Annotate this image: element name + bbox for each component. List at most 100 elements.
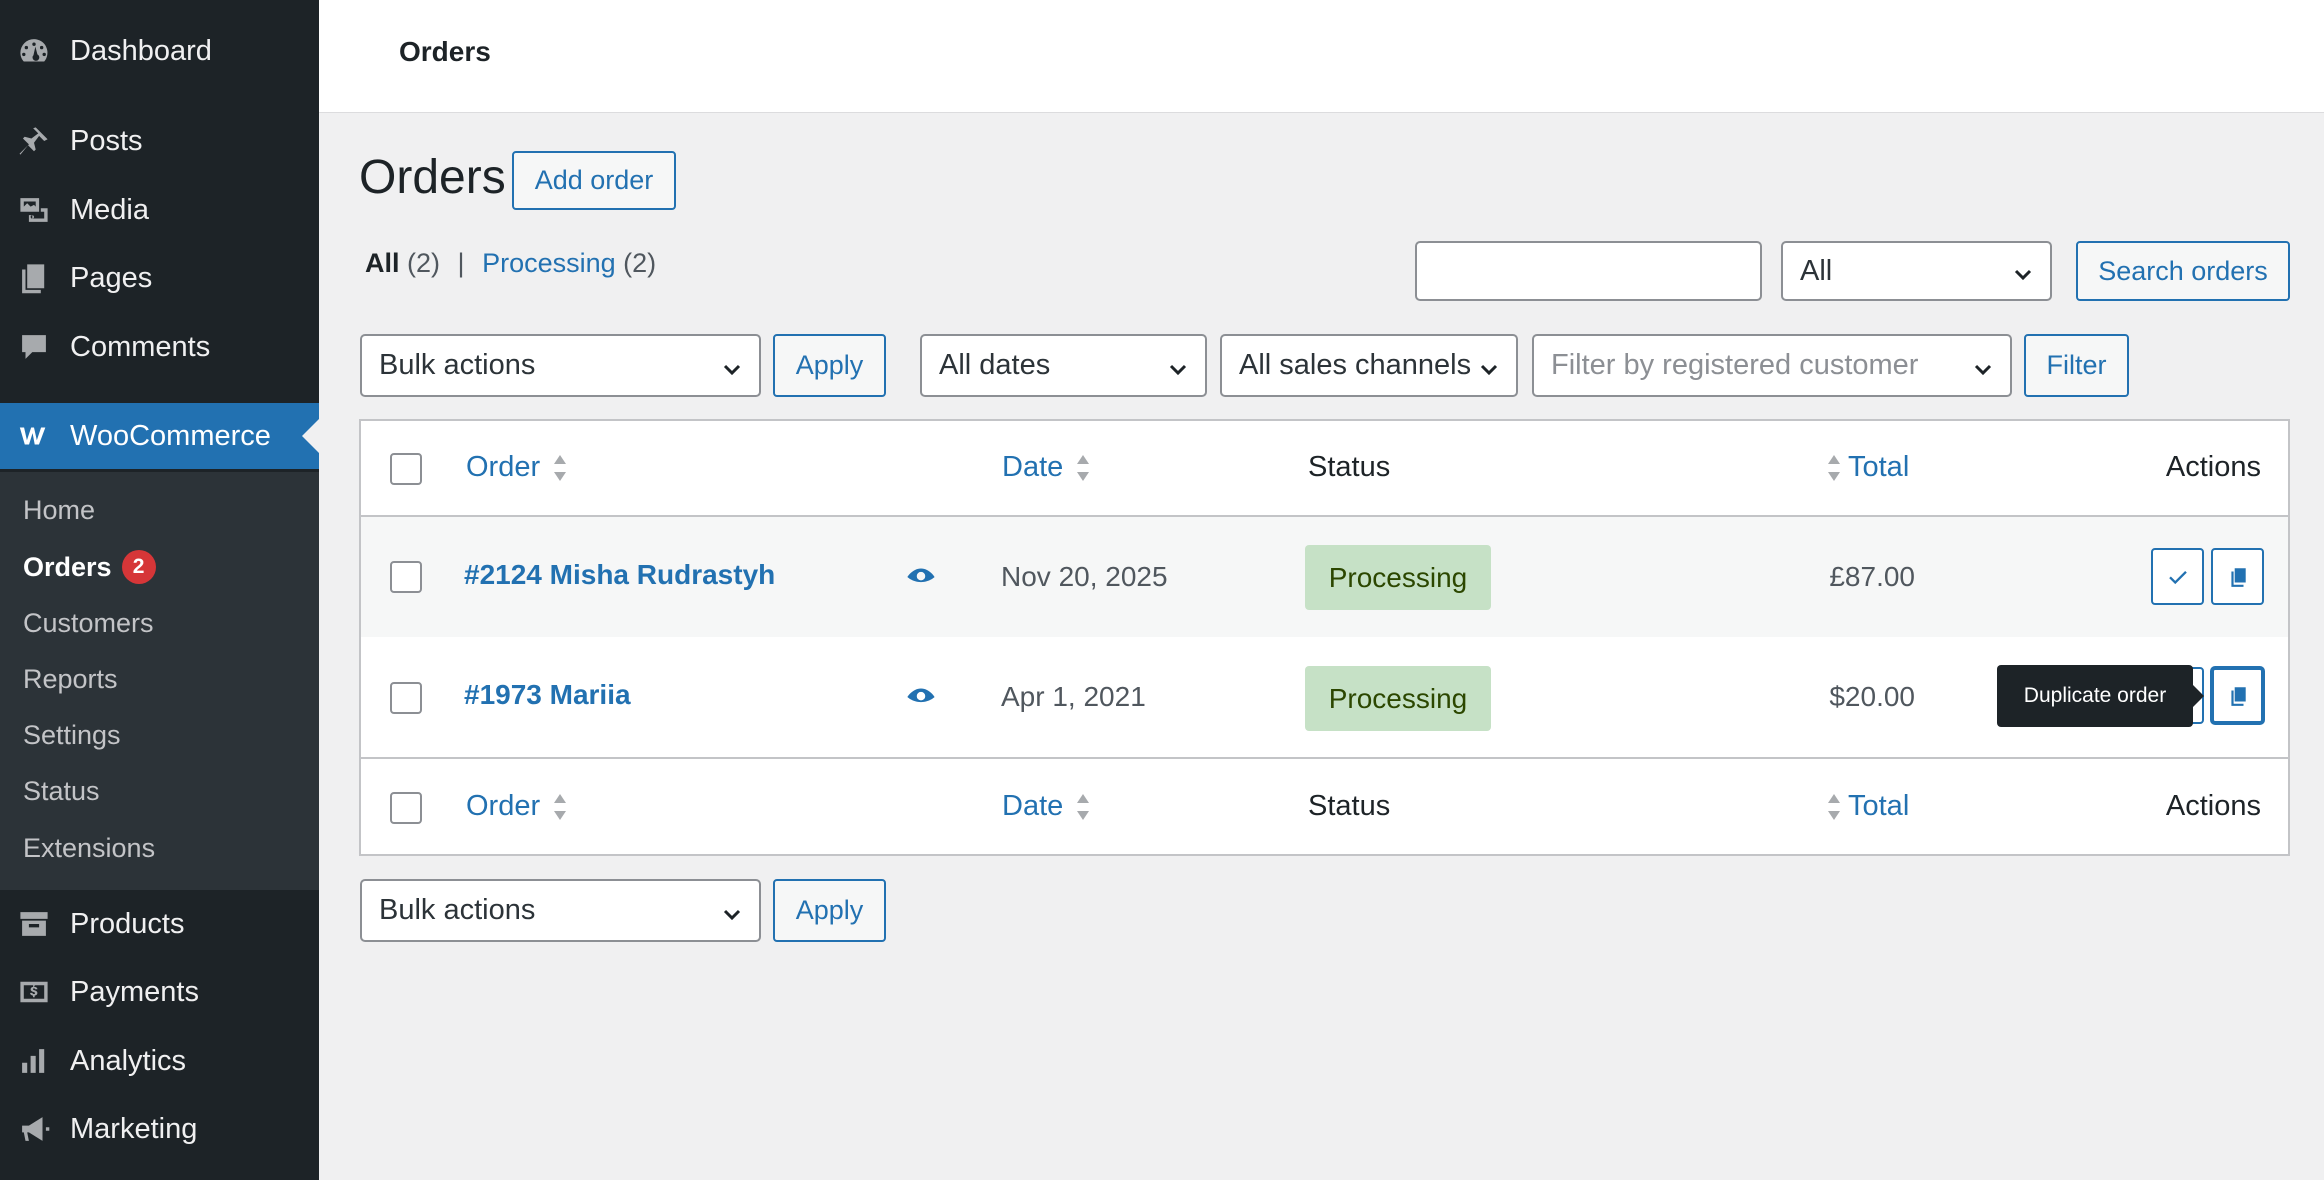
column-label: Order	[466, 451, 541, 483]
order-date: Nov 20, 2025	[1001, 561, 1168, 592]
dates-filter-select[interactable]: All dates	[920, 334, 1207, 397]
column-total-sort[interactable]: Total	[1826, 451, 1909, 484]
submenu-status[interactable]: Status	[23, 776, 100, 807]
column-order-sort[interactable]: Order	[466, 790, 568, 823]
search-orders-button[interactable]: Search orders	[2076, 241, 2290, 301]
admin-sidebar: Dashboard Posts Media Pages Comments Woo…	[0, 0, 319, 1180]
preview-eye-icon[interactable]	[904, 560, 938, 594]
submenu-home[interactable]: Home	[23, 495, 95, 526]
table-footer-row: Order Date Status Total Actions	[361, 757, 2288, 854]
orders-table: Order Date Status Total Actions #2124 Mi…	[359, 419, 2290, 856]
order-total: $20.00	[1829, 681, 1915, 712]
customer-filter-select[interactable]: Filter by registered customer	[1532, 334, 2012, 397]
order-link[interactable]: #1973 Mariia	[464, 679, 631, 711]
select-all-checkbox[interactable]	[390, 453, 422, 485]
dashboard-icon	[16, 33, 52, 69]
complete-order-button[interactable]	[2151, 548, 2204, 605]
order-status-views: All (2) | Processing (2)	[365, 248, 656, 279]
nav-label: Marketing	[70, 1112, 198, 1145]
woocommerce-submenu: Home Orders 2 Customers Reports Settings …	[0, 472, 319, 890]
row-checkbox[interactable]	[390, 561, 422, 593]
apply-button[interactable]: Apply	[773, 334, 886, 397]
sort-icon	[1826, 453, 1842, 483]
order-total: £87.00	[1829, 561, 1915, 592]
duplicate-order-button[interactable]	[2211, 667, 2264, 724]
nav-label: Analytics	[70, 1044, 187, 1077]
comment-icon	[16, 329, 52, 365]
sort-icon	[1826, 792, 1842, 822]
woocommerce-icon	[16, 418, 52, 454]
view-all-link[interactable]: All	[365, 248, 400, 278]
nav-comments[interactable]: Comments	[0, 314, 319, 380]
nav-label: Products	[70, 907, 185, 940]
search-orders-input[interactable]	[1415, 241, 1762, 301]
duplicate-icon	[2230, 567, 2246, 587]
column-actions: Actions	[2165, 790, 2261, 822]
submenu-settings[interactable]: Settings	[23, 720, 121, 751]
bar-chart-icon	[16, 1043, 52, 1079]
duplicate-icon	[2230, 686, 2246, 706]
pin-icon	[16, 123, 52, 159]
search-filter-select[interactable]: All	[1781, 241, 2052, 301]
select-value: All	[1800, 254, 1833, 287]
view-processing-link[interactable]: Processing	[482, 248, 616, 278]
select-value: Bulk actions	[379, 349, 536, 381]
megaphone-icon	[16, 1111, 52, 1147]
media-icon	[16, 192, 52, 228]
view-processing-count: (2)	[623, 248, 657, 278]
select-placeholder: Filter by registered customer	[1551, 349, 1919, 381]
pages-icon	[16, 260, 52, 296]
apply-button-bottom[interactable]: Apply	[773, 879, 886, 942]
column-label: Total	[1848, 790, 1910, 822]
status-badge: Processing	[1305, 545, 1491, 610]
sort-icon	[552, 792, 568, 822]
nav-products[interactable]: Products	[0, 891, 319, 957]
submenu-customers[interactable]: Customers	[23, 608, 154, 639]
nav-label: WooCommerce	[70, 419, 271, 452]
sort-icon	[552, 453, 568, 483]
add-order-button[interactable]: Add order	[512, 151, 676, 210]
nav-posts[interactable]: Posts	[0, 108, 319, 174]
nav-payments[interactable]: Payments	[0, 959, 319, 1025]
chevron-down-icon	[1478, 356, 1498, 376]
chevron-down-icon	[1167, 356, 1187, 376]
view-separator: |	[457, 248, 465, 278]
nav-woocommerce[interactable]: WooCommerce	[0, 403, 319, 469]
filter-button[interactable]: Filter	[2024, 334, 2129, 397]
duplicate-order-button[interactable]	[2211, 548, 2264, 605]
nav-dashboard[interactable]: Dashboard	[0, 18, 319, 84]
column-order-sort[interactable]: Order	[466, 451, 568, 484]
nav-media[interactable]: Media	[0, 177, 319, 243]
bulk-actions-select[interactable]: Bulk actions	[360, 334, 761, 397]
order-link[interactable]: #2124 Misha Rudrastyh	[464, 559, 775, 591]
chevron-down-icon	[2012, 261, 2032, 281]
submenu-label: Orders	[23, 552, 112, 582]
nav-label: Comments	[70, 330, 211, 363]
nav-label: Pages	[70, 261, 153, 294]
preview-eye-icon[interactable]	[904, 680, 938, 714]
sort-icon	[1075, 792, 1091, 822]
chevron-down-icon	[721, 356, 741, 376]
bulk-actions-select-bottom[interactable]: Bulk actions	[360, 879, 761, 942]
column-date-sort[interactable]: Date	[1002, 451, 1091, 484]
page-title: Orders	[359, 151, 506, 204]
orders-count-badge: 2	[121, 550, 156, 584]
header-title: Orders	[399, 36, 491, 67]
submenu-orders[interactable]: Orders 2	[23, 550, 156, 584]
sort-icon	[1075, 453, 1091, 483]
column-label: Date	[1002, 790, 1064, 822]
column-date-sort[interactable]: Date	[1002, 790, 1091, 823]
column-label: Date	[1002, 451, 1064, 483]
submenu-reports[interactable]: Reports	[23, 664, 118, 695]
row-checkbox[interactable]	[390, 682, 422, 714]
sales-channel-select[interactable]: All sales channels	[1220, 334, 1518, 397]
archive-icon	[16, 906, 52, 942]
nav-label: Posts	[70, 124, 143, 157]
submenu-extensions[interactable]: Extensions	[23, 833, 155, 864]
column-total-sort[interactable]: Total	[1826, 790, 1909, 823]
nav-analytics[interactable]: Analytics	[0, 1028, 319, 1094]
select-all-checkbox[interactable]	[390, 792, 422, 824]
payments-icon	[16, 974, 52, 1010]
nav-marketing[interactable]: Marketing	[0, 1096, 319, 1162]
nav-pages[interactable]: Pages	[0, 245, 319, 311]
